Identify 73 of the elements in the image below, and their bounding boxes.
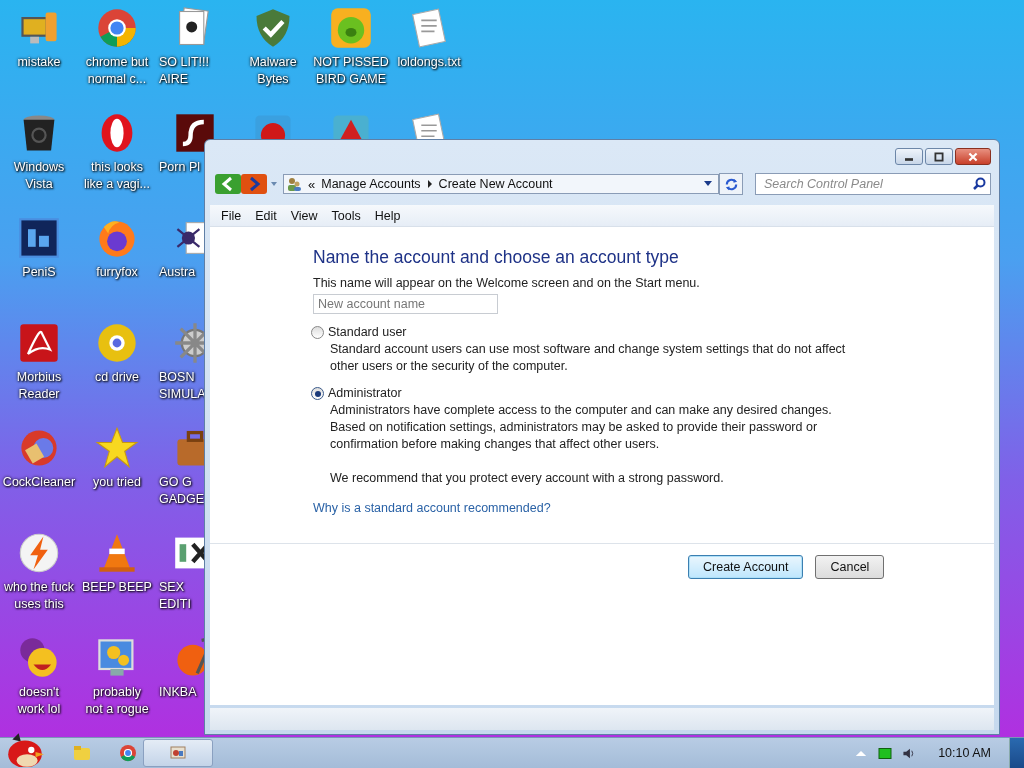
desktop-icon-label[interactable]: Porn Pl bbox=[159, 159, 200, 176]
desktop-icon-label[interactable]: INKBA bbox=[159, 684, 197, 701]
history-caret-icon[interactable] bbox=[270, 180, 278, 188]
search-field[interactable]: Search Control Panel bbox=[755, 173, 991, 195]
radio-label[interactable]: Administrator bbox=[328, 385, 402, 402]
refresh-button[interactable] bbox=[719, 173, 743, 195]
minimize-icon bbox=[905, 158, 913, 161]
instruction-text: This name will appear on the Welcome screen and on the Start menu. bbox=[313, 275, 700, 292]
back-forward-buttons-icon[interactable] bbox=[215, 174, 267, 194]
desktop-icon-label[interactable]: mistake bbox=[17, 54, 61, 71]
refresh-icon bbox=[723, 176, 739, 192]
desktop-icon-label[interactable]: who the fuck uses this bbox=[3, 579, 75, 613]
minimize-button[interactable] bbox=[895, 148, 923, 165]
disc-icon bbox=[95, 321, 139, 365]
dialog-button[interactable]: Create Account bbox=[688, 555, 804, 579]
desktop-icon-label[interactable]: loldongs.txt bbox=[397, 54, 461, 71]
desktop-icon-label[interactable]: chrome but normal c... bbox=[85, 54, 149, 88]
page-heading: Name the account and choose an account type bbox=[313, 247, 679, 268]
desktop-icon-label[interactable]: Austra bbox=[159, 264, 196, 281]
pdf-icon bbox=[17, 321, 61, 365]
desktop-icon-label[interactable]: cd drive bbox=[95, 369, 139, 386]
taskbar-app-button[interactable] bbox=[143, 739, 213, 767]
desktop-icon-label[interactable]: NOT PISSED BIRD GAME bbox=[313, 54, 389, 88]
account-name-field[interactable]: New account name bbox=[313, 294, 498, 314]
desktop-icon-label[interactable]: doesn't work lol bbox=[17, 684, 61, 718]
breadcrumb[interactable]: Manage Accounts bbox=[321, 177, 421, 191]
menu-item[interactable]: Help bbox=[368, 208, 409, 223]
browser-icon bbox=[95, 6, 139, 50]
address-bar[interactable]: « Manage Accounts Create New Account bbox=[283, 174, 719, 194]
search-input[interactable]: Search Control Panel bbox=[762, 176, 972, 192]
maximize-button[interactable] bbox=[925, 148, 953, 165]
breadcrumb-overflow[interactable]: « bbox=[308, 176, 316, 192]
lightning-icon bbox=[17, 531, 61, 575]
desktop-icon-label[interactable]: SEX EDITI bbox=[159, 579, 191, 613]
star-icon bbox=[95, 426, 139, 470]
network-icon[interactable] bbox=[878, 746, 893, 760]
desktop-icon-label[interactable]: you tried bbox=[93, 474, 141, 491]
help-link[interactable]: Why is a standard account recommended? bbox=[313, 501, 551, 515]
menu-item[interactable]: Edit bbox=[249, 208, 285, 223]
radio-button[interactable] bbox=[311, 387, 324, 400]
desktop-icon-label[interactable]: PeniS bbox=[22, 264, 56, 281]
breadcrumb[interactable]: Create New Account bbox=[438, 177, 553, 191]
dropdown-arrow-icon[interactable] bbox=[704, 181, 712, 187]
menu-item[interactable]: Tools bbox=[325, 208, 369, 223]
desktop-icon-label[interactable]: BEEP BEEP bbox=[82, 579, 152, 596]
browser-icon[interactable] bbox=[118, 743, 138, 763]
desktop-icon-label[interactable]: this looks like a vagi... bbox=[84, 159, 150, 193]
show-desktop-button[interactable] bbox=[1009, 738, 1024, 768]
desktop-icon-label[interactable]: furryfox bbox=[96, 264, 138, 281]
option-description: Standard account users can use most software and change system settings that do not affect other users or the security of the computer. bbox=[330, 341, 847, 375]
search-icon[interactable] bbox=[972, 177, 986, 191]
desktop-icon-label[interactable]: BOSN SIMULA bbox=[159, 369, 206, 403]
desktop-icon-label[interactable]: probably not a rogue bbox=[85, 684, 149, 718]
radio-button[interactable] bbox=[311, 326, 324, 339]
desktop-icon-label[interactable]: Malware Bytes bbox=[249, 54, 297, 88]
dialog-button[interactable]: Cancel bbox=[815, 555, 885, 579]
desktop-icon-label[interactable]: Windows Vista bbox=[13, 159, 65, 193]
desktop-icon-label[interactable]: CockCleaner bbox=[2, 474, 76, 491]
radio-label[interactable]: Standard user bbox=[328, 324, 407, 341]
close-icon bbox=[967, 151, 979, 162]
breadcrumb-arrow-icon[interactable] bbox=[426, 180, 433, 188]
flash-icon bbox=[173, 111, 217, 155]
desktop-icon-label[interactable]: GO G GADGE bbox=[159, 474, 205, 508]
menu-item[interactable]: View bbox=[284, 208, 326, 223]
desktop-icon-label[interactable]: SO LIT!!! AIRE bbox=[159, 54, 209, 88]
recommendation-text: We recommend that you protect every account with a strong password. bbox=[330, 470, 725, 487]
option-description: Administrators have complete access to the computer and can make any desired changes. Based on notification settings, administrators may be asked to provide their password or confirmation before making changes that affect other users. bbox=[330, 402, 833, 453]
close-button[interactable] bbox=[955, 148, 991, 165]
clock[interactable]: 10:10 AM bbox=[938, 746, 991, 760]
menu-item[interactable]: File bbox=[215, 208, 250, 223]
desktop-icon-label[interactable]: Morbius Reader bbox=[16, 369, 62, 403]
maximize-icon bbox=[933, 151, 945, 162]
users-icon bbox=[286, 176, 302, 192]
